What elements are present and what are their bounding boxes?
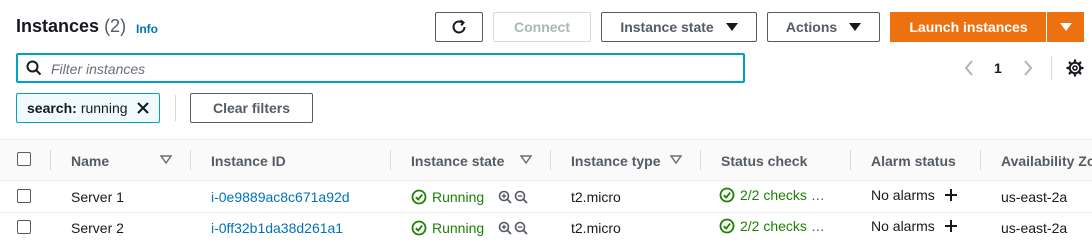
instance-id-link[interactable]: i-0ff32b1da38d261a1 [211,220,343,236]
column-divider [980,150,981,170]
search-input[interactable] [51,60,731,78]
caret-down-icon [725,23,738,31]
column-divider [390,150,391,170]
plus-icon[interactable] [944,188,958,202]
page-title: Instances (2) [16,16,126,37]
row-divider [0,212,1092,213]
column-header-name[interactable]: Name [71,153,109,169]
filter-token-value: running [80,100,128,116]
check-circle-icon [411,220,427,236]
caret-down-icon [1059,23,1072,31]
status-check-text[interactable]: 2/2 checks … [740,187,825,203]
settings-icon[interactable] [1066,59,1084,77]
column-header-status-check[interactable]: Status check [721,153,807,169]
close-icon[interactable] [135,100,151,116]
column-header-availability-zone[interactable]: Availability Zone [1001,153,1092,169]
info-link[interactable]: Info [136,22,158,36]
column-header-instance-state[interactable]: Instance state [411,153,504,169]
chevron-left-icon[interactable] [962,58,976,78]
chevron-right-icon[interactable] [1021,58,1035,78]
refresh-button[interactable] [435,12,483,42]
filter-divider [175,95,176,121]
page-title-text: Instances [16,16,100,36]
check-circle-icon [411,189,427,205]
instance-type: t2.micro [571,220,621,236]
sort-icon[interactable] [670,155,682,165]
launch-instances-button[interactable]: Launch instances [890,12,1047,42]
check-circle-icon [719,218,735,234]
instance-state-button[interactable]: Instance state [601,12,757,42]
refresh-icon [452,19,466,34]
select-all-checkbox[interactable] [17,152,31,166]
state-text: Running [432,220,485,236]
page-number[interactable]: 1 [994,60,1002,76]
actions-label: Actions [785,19,838,35]
instance-type: t2.micro [571,189,621,205]
actions-button[interactable]: Actions [767,12,880,42]
caret-down-icon [849,23,862,31]
status-check: 2/2 checks … [719,187,825,203]
instance-name: Server 1 [71,189,124,205]
connect-button[interactable]: Connect [493,12,591,42]
status-check-text[interactable]: 2/2 checks … [740,218,825,234]
zoom-in-icon[interactable] [498,221,512,235]
filter-token: search: running [16,93,160,123]
check-circle-icon [719,187,735,203]
row-checkbox[interactable] [17,189,31,203]
instance-count: (2) [104,16,127,36]
availability-zone: us-east-2a [1001,220,1068,236]
instance-id-link[interactable]: i-0e9889ac8c671a92d [211,189,350,205]
sort-icon[interactable] [160,155,172,165]
search-icon [26,60,42,76]
zoom-in-icon[interactable] [498,190,512,204]
instance-state-label: Instance state [620,19,714,35]
column-header-instance-id[interactable]: Instance ID [211,153,286,169]
row-checkbox[interactable] [17,220,31,234]
instance-state: Running [411,189,484,205]
plus-icon[interactable] [944,219,958,233]
filter-token-key: search: [27,100,77,116]
alarm-status: No alarms [871,218,935,234]
column-divider [190,150,191,170]
launch-dropdown-button[interactable] [1047,12,1084,42]
column-divider [550,150,551,170]
column-divider [700,150,701,170]
state-text: Running [432,189,485,205]
column-divider [50,150,51,170]
alarm-status: No alarms [871,187,935,203]
pager-divider [1051,56,1052,80]
zoom-out-icon[interactable] [514,190,528,204]
search-box [16,53,745,83]
sort-icon[interactable] [520,155,532,165]
instance-name: Server 2 [71,220,124,236]
column-divider [850,150,851,170]
clear-filters-button[interactable]: Clear filters [190,93,313,123]
availability-zone: us-east-2a [1001,189,1068,205]
instance-state: Running [411,220,484,236]
zoom-out-icon[interactable] [514,221,528,235]
column-header-instance-type[interactable]: Instance type [571,153,660,169]
status-check: 2/2 checks … [719,218,825,234]
column-header-alarm-status[interactable]: Alarm status [871,153,956,169]
